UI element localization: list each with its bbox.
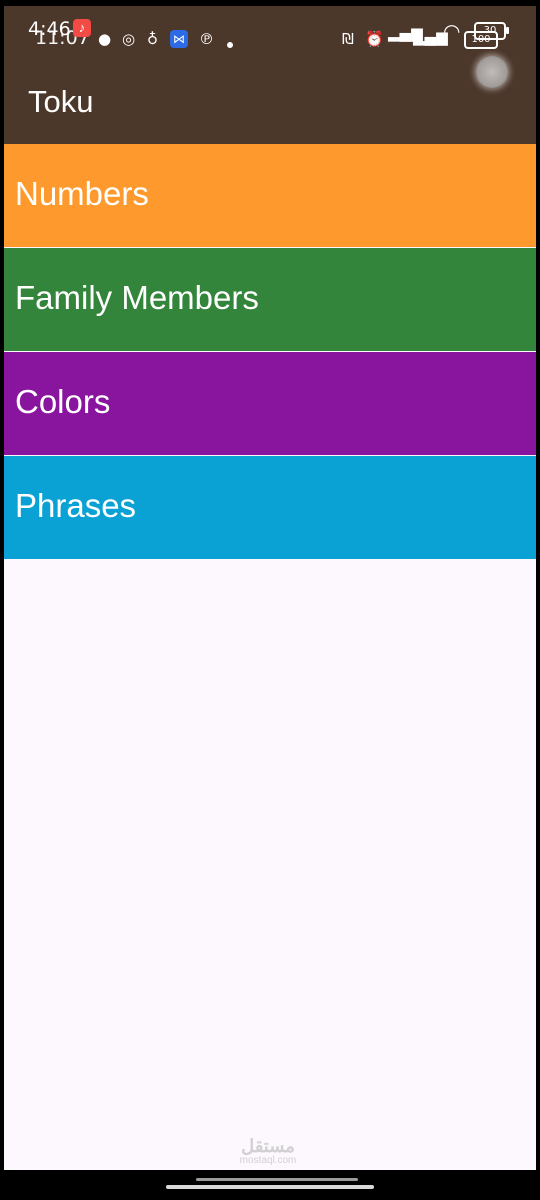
nav-handle-shadow <box>196 1178 358 1181</box>
app-bar: 4:46 11:07 ♪ ● ◎ ♁ ⋈ ℗ ₪ ⏰ ▂▄▆ ▂▄▆ ◠ 30 … <box>4 6 536 144</box>
home-indicator[interactable] <box>166 1185 374 1189</box>
battery-icon: 100 <box>464 31 498 49</box>
watermark-subtext: mostaql.com <box>239 1155 297 1166</box>
category-label: Colors <box>15 383 111 420</box>
category-label: Family Members <box>15 279 259 316</box>
category-phrases[interactable]: Phrases <box>4 456 536 559</box>
instagram-icon: ◎ <box>122 30 136 48</box>
watermark-text: مستقل <box>241 1136 295 1156</box>
music-notification-icon: ♪ <box>73 19 91 37</box>
more-dot-icon <box>227 42 233 48</box>
shareit-icon: ⋈ <box>170 30 188 48</box>
pinterest-icon: ℗ <box>199 30 214 48</box>
category-family-members[interactable]: Family Members <box>4 248 536 351</box>
wifi-icon: ◠ <box>443 19 461 43</box>
touch-indicator-icon <box>476 56 508 88</box>
battery-tip-icon <box>506 27 509 34</box>
alarm-icon: ⏰ <box>365 30 384 48</box>
phone-screen: 4:46 11:07 ♪ ● ◎ ♁ ⋈ ℗ ₪ ⏰ ▂▄▆ ▂▄▆ ◠ 30 … <box>4 6 536 1170</box>
category-numbers[interactable]: Numbers <box>4 144 536 247</box>
chat-bubble-icon: ● <box>98 30 112 48</box>
category-label: Phrases <box>15 487 137 524</box>
category-label: Numbers <box>15 175 149 212</box>
app-title: Toku <box>28 84 94 119</box>
status-bar: 4:46 11:07 ♪ ● ◎ ♁ ⋈ ℗ ₪ ⏰ ▂▄▆ ▂▄▆ ◠ 30 … <box>4 6 536 66</box>
category-colors[interactable]: Colors <box>4 352 536 455</box>
nfc-icon: ₪ <box>342 30 354 48</box>
watermark: مستقل mostaql.com <box>232 1137 304 1166</box>
lamp-icon: ♁ <box>147 30 158 48</box>
